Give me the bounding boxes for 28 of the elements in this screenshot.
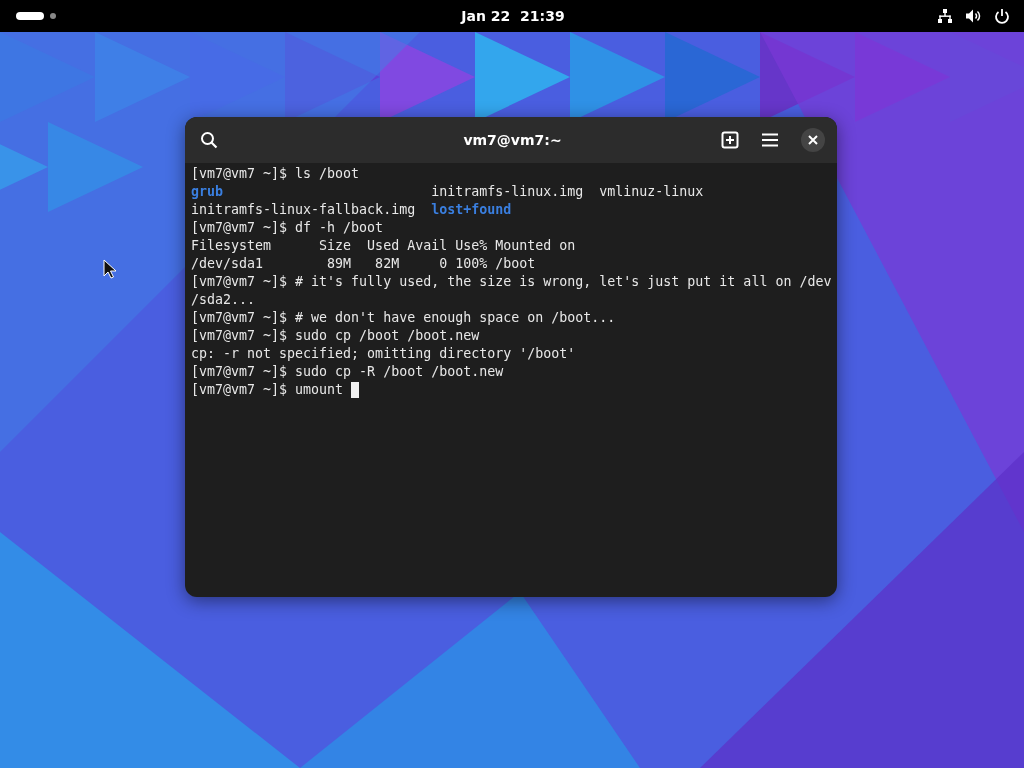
mouse-pointer-icon — [103, 259, 117, 279]
terminal-line: [vm7@vm7 ~]$ ls /boot — [191, 165, 360, 183]
close-button[interactable] — [801, 128, 825, 152]
clock[interactable]: Jan 22 21:39 — [461, 8, 565, 24]
terminal-line: [vm7@vm7 ~]$ sudo cp /boot /boot.new — [191, 327, 480, 345]
directory-name: lost+found — [431, 201, 512, 219]
volume-icon[interactable] — [965, 8, 982, 24]
close-icon — [808, 135, 818, 145]
terminal-line: /sda2... — [191, 291, 256, 309]
new-tab-icon[interactable] — [721, 131, 739, 149]
power-icon[interactable] — [994, 8, 1010, 24]
terminal-line: [vm7@vm7 ~]$ df -h /boot — [191, 219, 384, 237]
terminal-line: initramfs-linux-fallback.img — [191, 201, 417, 219]
terminal-line: [vm7@vm7 ~]$ umount — [191, 381, 345, 399]
terminal-line: [vm7@vm7 ~]$ sudo cp -R /boot /boot.new — [191, 363, 504, 381]
terminal-line: [vm7@vm7 ~]$ # it's fully used, the size is wrong, let's just put it all on /dev — [191, 273, 832, 291]
search-icon[interactable] — [200, 131, 218, 149]
directory-name: grub — [191, 183, 224, 201]
network-icon[interactable] — [937, 8, 953, 24]
workspace-dot-icon[interactable] — [50, 13, 56, 19]
menu-icon[interactable] — [761, 133, 779, 147]
window-title: vm7@vm7:~ — [463, 132, 562, 148]
terminal-line: cp: -r not specified; omitting directory '/boot' — [191, 345, 576, 363]
terminal-line: Filesystem Size Used Avail Use% Mounted on — [191, 237, 576, 255]
terminal-line: [vm7@vm7 ~]$ # we don't have enough space on /boot... — [191, 309, 616, 327]
workspace-indicator-icon[interactable] — [16, 12, 44, 20]
terminal-line: initramfs-linux.img vmlinuz-linux — [430, 183, 704, 201]
terminal-line: /dev/sda1 89M 82M 0 100% /boot — [191, 255, 536, 273]
